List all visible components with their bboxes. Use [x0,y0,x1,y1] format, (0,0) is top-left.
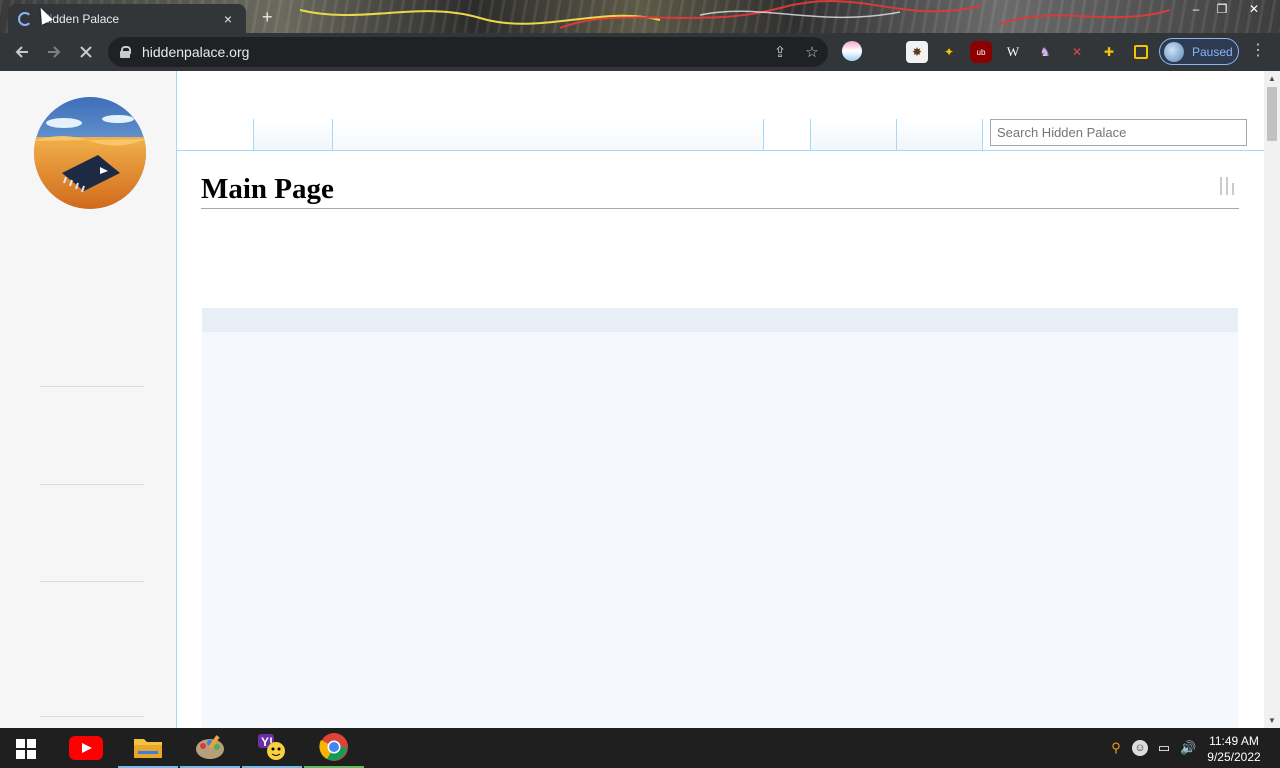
volume-tray-icon[interactable]: 🔊 [1180,740,1196,756]
profile-status-label: Paused [1192,44,1233,59]
page-viewport: Main Page [0,71,1264,728]
yahoo-messenger-icon[interactable]: Y! [242,728,302,768]
paw-extension-icon[interactable]: ✸ [906,41,928,63]
color-picker-extension-icon[interactable] [842,41,862,61]
dna-extension-icon[interactable]: ✕ [1066,41,1088,63]
profile-avatar [1164,41,1184,62]
page-scrollbar[interactable]: ▲ ▼ [1264,71,1280,728]
main-content-box-header [202,308,1238,332]
loading-icon[interactable] [70,36,102,68]
windows-taskbar: Y! ⚲ ☺ ▭ 🔊 11:49 AM 9/25/2022 [0,728,1280,768]
profile-button[interactable]: Paused [1159,38,1239,65]
main-content-box [202,308,1238,728]
minimize-button[interactable]: – [1182,0,1210,18]
wiki-sidebar [0,71,177,728]
search-tray-icon[interactable]: ⚲ [1108,740,1124,756]
network-tray-icon[interactable]: ▭ [1156,740,1172,756]
content-top-border [177,150,1264,151]
search-input[interactable] [990,119,1247,146]
address-bar[interactable]: hiddenpalace.org ⇪ ☆ [108,37,828,67]
url-text[interactable]: hiddenpalace.org [142,44,764,60]
clock-time: 11:49 AM [1209,734,1259,748]
tab-view-history[interactable] [896,119,983,151]
tab-close-icon[interactable]: × [220,11,236,27]
back-icon[interactable] [6,36,38,68]
window-close-button[interactable]: ✕ [1240,0,1268,18]
emoji-tray-icon[interactable]: ☺ [1132,740,1148,756]
new-tab-button[interactable]: + [262,7,273,28]
page-indicator-icon [1218,175,1238,195]
wikipedia-extension-icon[interactable]: W [1002,41,1024,63]
youtube-icon[interactable] [56,728,116,768]
windows-start-icon[interactable] [16,739,36,759]
tab-title: Hidden Palace [41,11,120,26]
scroll-up-icon[interactable]: ▲ [1268,74,1276,83]
page-title: Main Page [201,171,1239,209]
paint-app-icon[interactable] [180,728,240,768]
chrome-icon[interactable] [304,728,364,768]
scrollbar-thumb[interactable] [1267,87,1277,141]
sidebar-separator [40,386,144,387]
runner-extension-icon[interactable]: ✦ [938,41,960,63]
restore-button[interactable]: ❐ [1208,0,1236,18]
tab-read[interactable] [810,119,897,151]
tab-discussion[interactable] [332,119,764,151]
system-clock[interactable]: 11:49 AM 9/25/2022 [1200,733,1268,765]
browser-menu-icon[interactable]: ⋮ [1250,40,1266,60]
sidebar-separator [40,716,144,717]
clock-date: 9/25/2022 [1207,750,1261,764]
ublock-extension-icon[interactable]: ub [970,41,992,63]
sidebar-separator [40,484,144,485]
share-icon[interactable]: ⇪ [764,43,796,61]
file-explorer-icon[interactable] [118,728,178,768]
bookmark-star-icon[interactable]: ☆ [796,43,828,61]
figure-extension-icon[interactable]: ♞ [1034,41,1056,63]
tab-loading-icon [18,11,32,26]
tab-main-page[interactable] [253,119,333,151]
scroll-down-icon[interactable]: ▼ [1268,716,1276,725]
lock-icon [120,46,131,58]
browser-tab-strip: Hidden Palace × + – ❐ ✕ [0,0,1280,33]
puzzle-extension-icon[interactable]: ✚ [1098,41,1120,63]
sidebar-separator [40,581,144,582]
forward-icon[interactable] [38,36,70,68]
site-logo[interactable] [34,97,146,209]
sidebar-extension-icon[interactable] [1134,45,1148,59]
